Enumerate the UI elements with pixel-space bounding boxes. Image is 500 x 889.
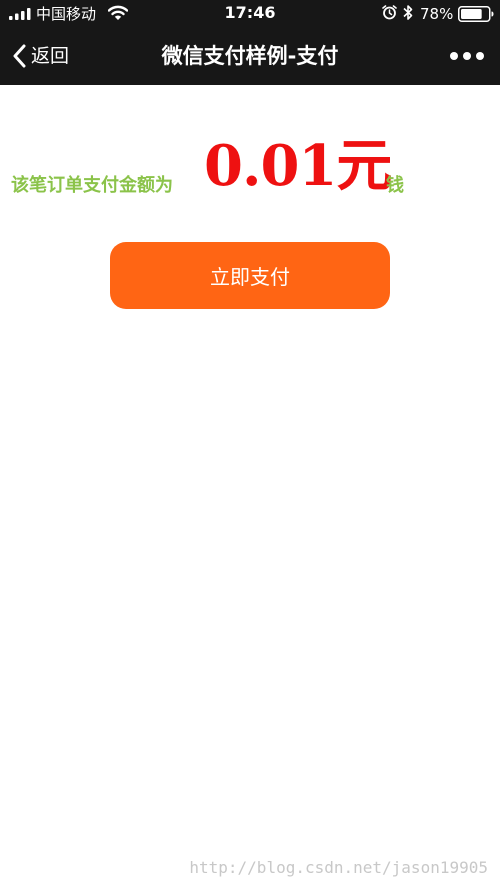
amount-prefix-label: 该笔订单支付金额为	[11, 175, 173, 196]
battery-percentage: 78%	[420, 5, 454, 23]
back-button[interactable]: 返回	[12, 42, 69, 70]
page-title: 微信支付样例-支付	[161, 44, 339, 68]
status-bar: 中国移动 17:46 78%	[0, 0, 500, 28]
top-bar: 中国移动 17:46 78% 返回 微信支付样例-支付	[0, 0, 500, 85]
payment-amount: 0.01元	[204, 133, 392, 199]
alarm-clock-icon	[382, 5, 397, 20]
more-dots-icon[interactable]	[448, 44, 486, 68]
back-button-label: 返回	[31, 45, 70, 67]
payment-amount-line: 该笔订单支付金额为 0.01元 钱	[10, 130, 490, 210]
battery-icon	[458, 6, 494, 22]
chevron-left-icon	[13, 44, 26, 68]
watermark: http://blog.csdn.net/jason19905	[189, 858, 488, 877]
bluetooth-icon	[403, 5, 413, 20]
pay-now-button[interactable]: 立即支付	[110, 242, 390, 309]
amount-suffix-label: 钱	[386, 175, 404, 196]
